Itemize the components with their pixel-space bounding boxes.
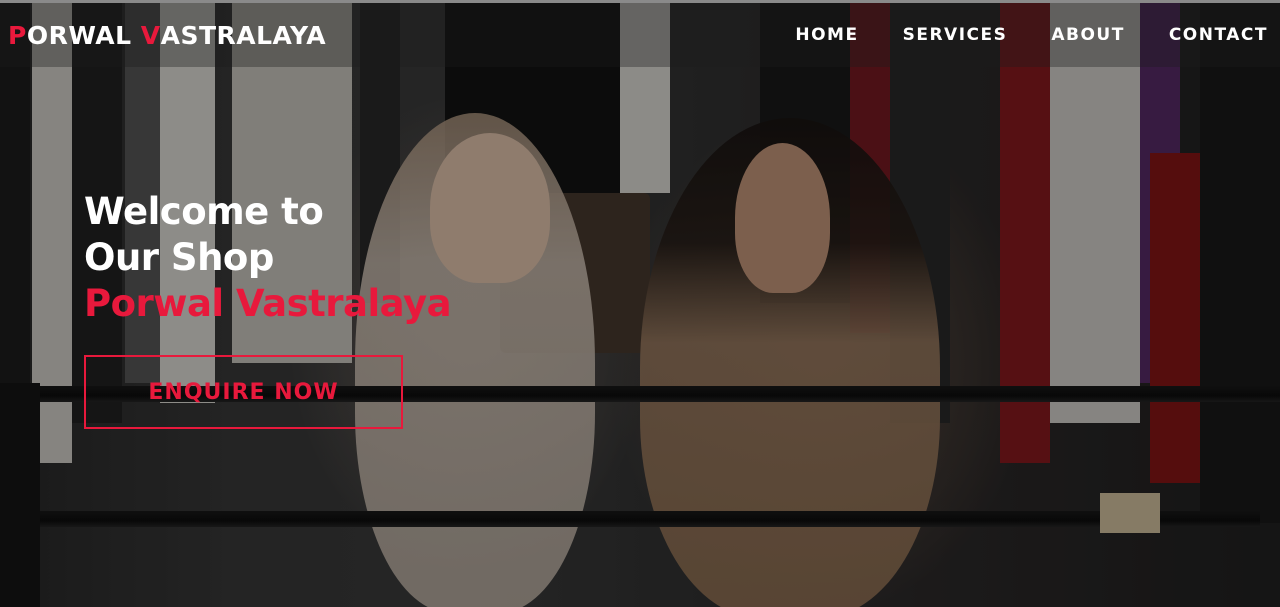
nav-home-link[interactable]: HOME (795, 25, 858, 45)
brand-word-orwal: ORWAL (26, 20, 141, 50)
hero-heading-line1: Welcome to (84, 190, 324, 233)
brand-initial-v: V (140, 20, 161, 50)
brand-initial-p: P (8, 20, 27, 50)
nav-about-link[interactable]: ABOUT (1051, 25, 1124, 45)
hero-heading-line2: Our Shop (84, 236, 274, 279)
brand-logo[interactable]: P ORWAL V ASTRALAYA (8, 21, 326, 50)
hero-content: Welcome to Our Shop Porwal Vastralaya EN… (84, 189, 452, 429)
enquire-now-button[interactable]: ENQUIRE NOW (84, 355, 403, 429)
hero-section: P ORWAL V ASTRALAYA HOME SERVICES ABOUT … (0, 0, 1280, 607)
nav-menu: HOME SERVICES ABOUT CONTACT (751, 25, 1268, 45)
nav-services-link[interactable]: SERVICES (903, 25, 1008, 45)
navbar: P ORWAL V ASTRALAYA HOME SERVICES ABOUT … (0, 3, 1280, 67)
brand-word-astralaya: ASTRALAYA (160, 20, 327, 50)
nav-contact-link[interactable]: CONTACT (1169, 25, 1268, 45)
hero-brand-name: Porwal Vastralaya (84, 282, 452, 325)
